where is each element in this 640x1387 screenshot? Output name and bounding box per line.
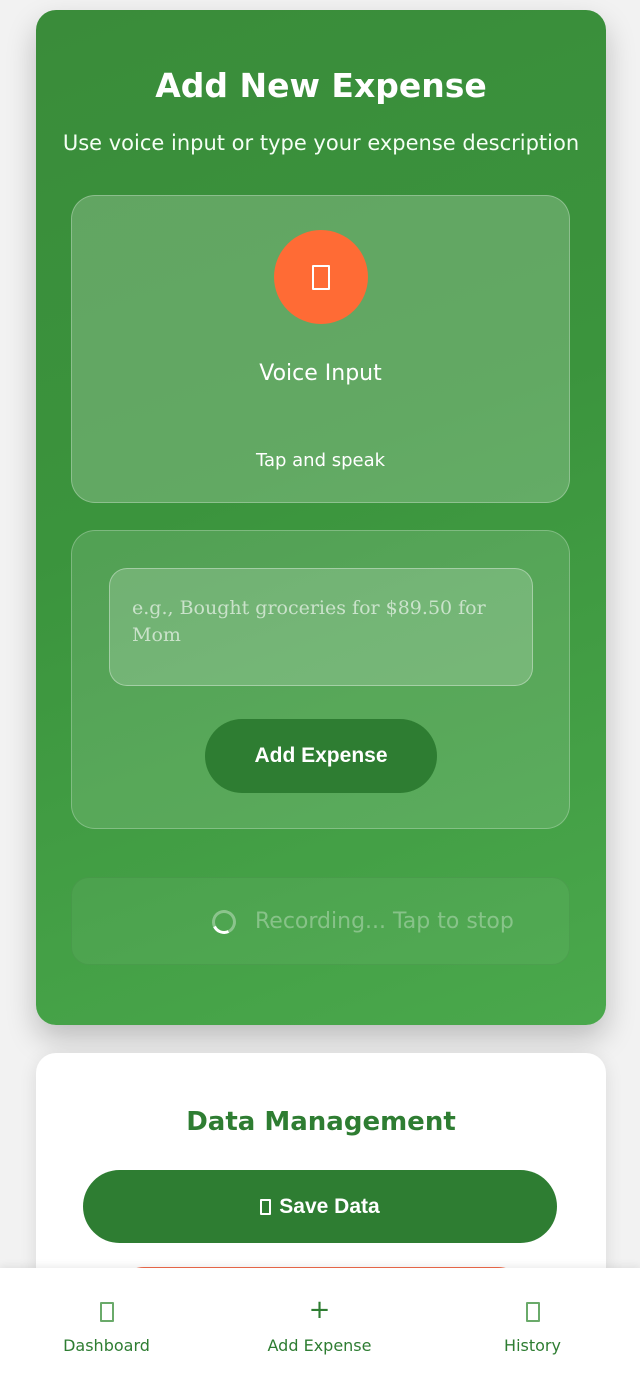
nav-label-history: History <box>504 1336 561 1355</box>
nav-label-add-expense: Add Expense <box>267 1336 372 1355</box>
recording-status-text: Recording... Tap to stop <box>255 909 514 934</box>
save-data-button[interactable]: Save Data <box>83 1170 557 1243</box>
voice-input-hint: Tap and speak <box>255 450 386 471</box>
voice-input-panel[interactable]: Voice Input Tap and speak <box>71 195 570 503</box>
save-data-label: Save Data <box>279 1194 380 1218</box>
history-icon <box>525 1302 540 1322</box>
dashboard-icon <box>99 1302 114 1322</box>
loading-spinner-icon <box>208 906 240 938</box>
page: Add New Expense Use voice input or type … <box>0 0 640 1387</box>
microphone-button[interactable] <box>274 230 368 324</box>
microphone-icon <box>312 264 330 290</box>
nav-item-history[interactable]: History <box>426 1268 639 1387</box>
add-expense-card: Add New Expense Use voice input or type … <box>36 10 606 1025</box>
card-title: Add New Expense <box>155 66 487 105</box>
recording-status[interactable]: Recording... Tap to stop <box>71 877 570 965</box>
bottom-navigation: Dashboard + Add Expense History <box>0 1268 640 1387</box>
card-subtitle: Use voice input or type your expense des… <box>62 131 580 155</box>
data-management-title: Data Management <box>186 1107 456 1137</box>
nav-label-dashboard: Dashboard <box>63 1336 150 1355</box>
plus-icon: + <box>308 1295 331 1325</box>
voice-input-title: Voice Input <box>259 361 382 386</box>
expense-description-input[interactable] <box>109 568 533 686</box>
add-expense-button[interactable]: Add Expense <box>205 719 437 793</box>
save-icon <box>260 1198 272 1215</box>
text-input-panel: Add Expense <box>71 530 570 829</box>
nav-item-dashboard[interactable]: Dashboard <box>0 1268 213 1387</box>
nav-item-add-expense[interactable]: + Add Expense <box>213 1268 426 1387</box>
